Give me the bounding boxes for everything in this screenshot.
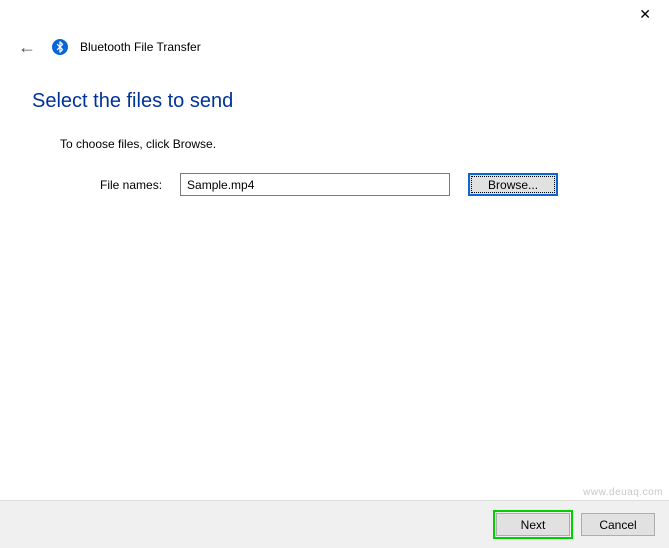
next-button[interactable]: Next [496,513,570,536]
titlebar: ✕ [0,0,669,30]
wizard-footer: Next Cancel [0,500,669,548]
bluetooth-icon [52,39,68,55]
file-selection-row: File names: Browse... [100,173,637,196]
file-names-input[interactable] [180,173,450,196]
next-highlight-box: Next [493,510,573,539]
wizard-header: ← Bluetooth File Transfer [0,30,669,58]
file-names-label: File names: [100,178,162,192]
close-icon[interactable]: ✕ [633,4,657,25]
browse-button[interactable]: Browse... [468,173,558,196]
page-heading: Select the files to send [32,90,637,113]
content-area: Select the files to send To choose files… [0,58,669,196]
cancel-button[interactable]: Cancel [581,513,655,536]
watermark-text: www.deuaq.com [583,487,663,498]
app-title: Bluetooth File Transfer [80,40,201,54]
back-arrow-icon[interactable]: ← [14,36,40,58]
instruction-text: To choose files, click Browse. [60,137,637,151]
